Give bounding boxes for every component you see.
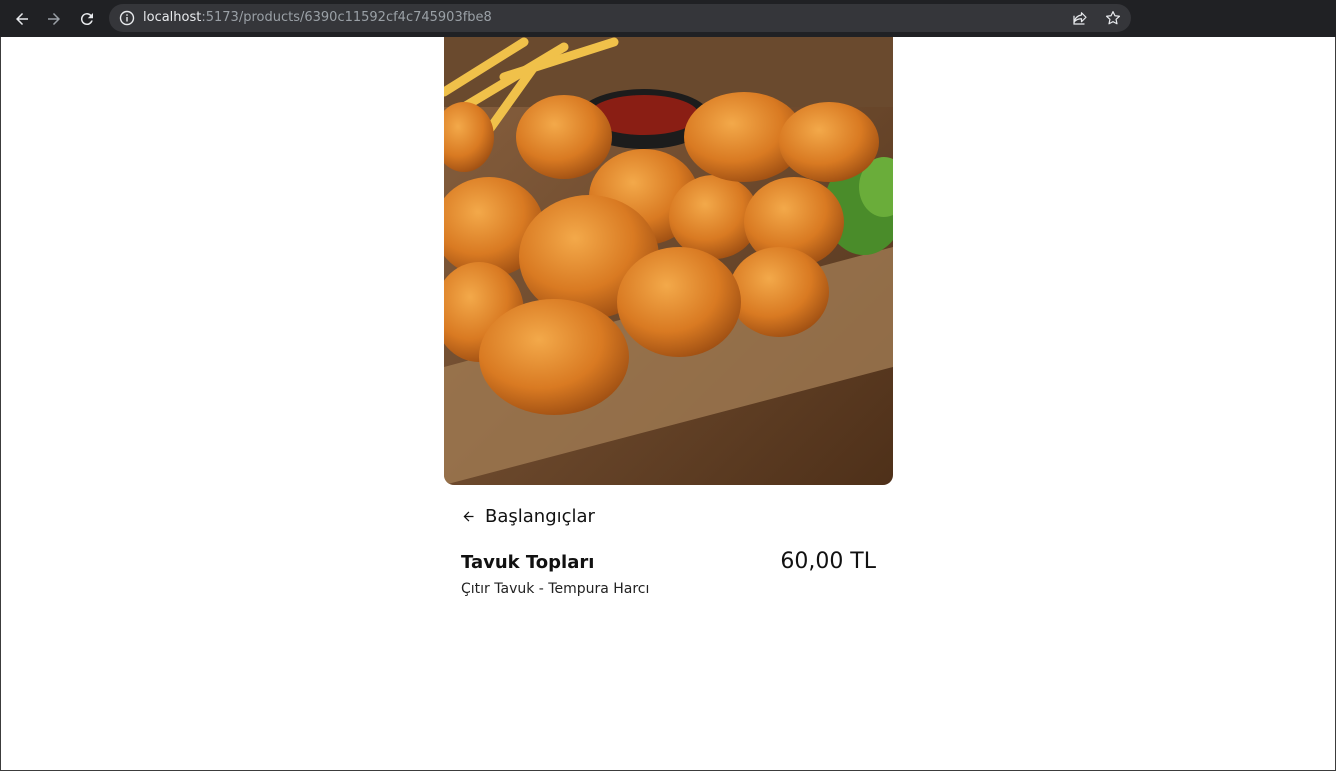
share-icon[interactable]	[1071, 9, 1089, 27]
back-button[interactable]	[9, 6, 35, 32]
browser-toolbar: localhost:5173/products/6390c11592cf4c74…	[0, 0, 1336, 37]
forward-button[interactable]	[41, 6, 67, 32]
product-description: Çıtır Tavuk - Tempura Harcı	[461, 581, 650, 597]
info-icon[interactable]	[119, 10, 135, 26]
back-to-category-link[interactable]: Başlangıçlar	[461, 503, 595, 529]
product-price: 60,00 TL	[780, 549, 876, 574]
star-icon[interactable]	[1104, 9, 1122, 27]
reload-button[interactable]	[74, 6, 100, 32]
product-image	[444, 37, 893, 485]
forward-arrow-icon	[48, 13, 60, 25]
reload-icon	[80, 13, 93, 26]
back-arrow-icon	[16, 13, 28, 25]
category-label: Başlangıçlar	[485, 505, 595, 527]
page-content: Başlangıçlar Tavuk Topları Çıtır Tavuk -…	[0, 37, 1336, 771]
url-host: localhost	[143, 10, 202, 25]
left-arrow-icon	[463, 511, 474, 521]
url-path: :5173/products/6390c11592cf4c745903fbe8	[201, 10, 492, 25]
address-bar[interactable]: localhost:5173/products/6390c11592cf4c74…	[109, 4, 1131, 32]
product-title: Tavuk Topları	[461, 552, 595, 573]
url-text: localhost:5173/products/6390c11592cf4c74…	[143, 4, 492, 32]
